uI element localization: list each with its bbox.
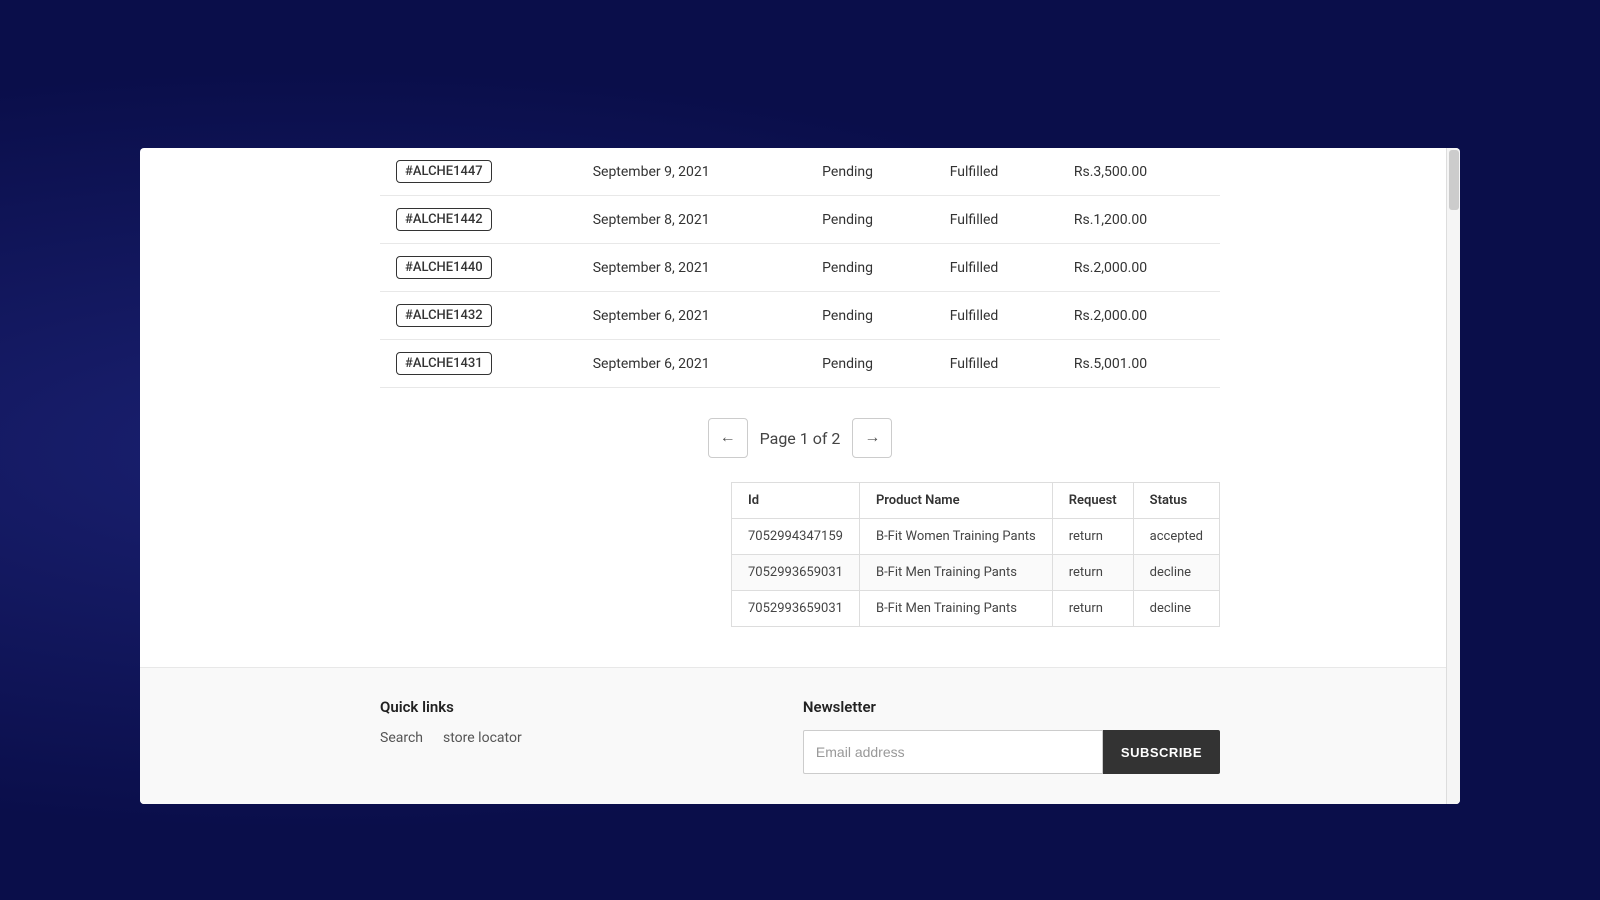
order-id-badge[interactable]: #ALCHE1440 — [396, 256, 492, 279]
order-row: #ALCHE1447 September 9, 2021 Pending Ful… — [380, 148, 1220, 196]
order-payment-status-cell: Pending — [806, 244, 934, 292]
returns-section: IdProduct NameRequestStatus 705299434715… — [140, 482, 1460, 667]
scrollbar-thumb[interactable] — [1449, 150, 1459, 210]
order-payment-status-cell: Pending — [806, 148, 934, 196]
order-fulfillment-status-cell: Fulfilled — [934, 244, 1058, 292]
footer-section: Quick links Search store locator Newslett… — [140, 668, 1460, 804]
order-date-cell: September 6, 2021 — [577, 292, 806, 340]
orders-table: #ALCHE1447 September 9, 2021 Pending Ful… — [380, 148, 1220, 388]
prev-page-button[interactable]: ← — [708, 418, 748, 458]
order-fulfillment-status-cell: Fulfilled — [934, 148, 1058, 196]
order-id-badge[interactable]: #ALCHE1431 — [396, 352, 492, 375]
return-request-cell: return — [1052, 555, 1133, 591]
returns-column-header: Status — [1133, 483, 1219, 519]
returns-column-header: Request — [1052, 483, 1133, 519]
order-row: #ALCHE1442 September 8, 2021 Pending Ful… — [380, 196, 1220, 244]
return-row: 7052994347159 B-Fit Women Training Pants… — [731, 519, 1219, 555]
main-container: #ALCHE1447 September 9, 2021 Pending Ful… — [140, 148, 1460, 804]
order-fulfillment-status-cell: Fulfilled — [934, 292, 1058, 340]
quick-link[interactable]: Search — [380, 730, 423, 746]
pagination-section: ← Page 1 of 2 → — [140, 388, 1460, 482]
order-fulfillment-status-cell: Fulfilled — [934, 340, 1058, 388]
order-total-cell: Rs.3,500.00 — [1058, 148, 1220, 196]
order-date-cell: September 8, 2021 — [577, 196, 806, 244]
order-id-cell: #ALCHE1432 — [380, 292, 577, 340]
next-page-button[interactable]: → — [852, 418, 892, 458]
returns-column-header: Product Name — [859, 483, 1052, 519]
email-input[interactable] — [803, 730, 1103, 774]
order-date-cell: September 6, 2021 — [577, 340, 806, 388]
return-status-cell: accepted — [1133, 519, 1219, 555]
return-product-name-cell: B-Fit Men Training Pants — [859, 591, 1052, 627]
quick-links-section: Quick links Search store locator — [380, 698, 522, 746]
quick-link[interactable]: store locator — [443, 730, 522, 746]
subscribe-button[interactable]: SUBSCRIBE — [1103, 730, 1220, 774]
order-row: #ALCHE1440 September 8, 2021 Pending Ful… — [380, 244, 1220, 292]
order-date-cell: September 8, 2021 — [577, 244, 806, 292]
return-request-cell: return — [1052, 519, 1133, 555]
return-product-name-cell: B-Fit Men Training Pants — [859, 555, 1052, 591]
page-indicator: Page 1 of 2 — [760, 429, 841, 448]
return-id-cell: 7052993659031 — [731, 555, 859, 591]
order-total-cell: Rs.1,200.00 — [1058, 196, 1220, 244]
order-payment-status-cell: Pending — [806, 340, 934, 388]
return-product-name-cell: B-Fit Women Training Pants — [859, 519, 1052, 555]
order-id-cell: #ALCHE1442 — [380, 196, 577, 244]
order-id-cell: #ALCHE1447 — [380, 148, 577, 196]
order-fulfillment-status-cell: Fulfilled — [934, 196, 1058, 244]
order-id-cell: #ALCHE1431 — [380, 340, 577, 388]
order-total-cell: Rs.5,001.00 — [1058, 340, 1220, 388]
newsletter-heading: Newsletter — [803, 698, 1220, 716]
order-payment-status-cell: Pending — [806, 196, 934, 244]
newsletter-section: Newsletter SUBSCRIBE — [803, 698, 1220, 774]
return-request-cell: return — [1052, 591, 1133, 627]
newsletter-form: SUBSCRIBE — [803, 730, 1220, 774]
order-id-badge[interactable]: #ALCHE1442 — [396, 208, 492, 231]
return-row: 7052993659031 B-Fit Men Training Pants r… — [731, 591, 1219, 627]
quick-links-list: Search store locator — [380, 730, 522, 746]
order-row: #ALCHE1431 September 6, 2021 Pending Ful… — [380, 340, 1220, 388]
order-payment-status-cell: Pending — [806, 292, 934, 340]
return-status-cell: decline — [1133, 591, 1219, 627]
quick-links-heading: Quick links — [380, 698, 522, 716]
order-id-badge[interactable]: #ALCHE1432 — [396, 304, 492, 327]
order-id-cell: #ALCHE1440 — [380, 244, 577, 292]
return-status-cell: decline — [1133, 555, 1219, 591]
order-id-badge[interactable]: #ALCHE1447 — [396, 160, 492, 183]
returns-column-header: Id — [731, 483, 859, 519]
scrollbar[interactable] — [1446, 148, 1460, 804]
returns-table: IdProduct NameRequestStatus 705299434715… — [731, 482, 1220, 627]
return-row: 7052993659031 B-Fit Men Training Pants r… — [731, 555, 1219, 591]
order-total-cell: Rs.2,000.00 — [1058, 244, 1220, 292]
order-total-cell: Rs.2,000.00 — [1058, 292, 1220, 340]
order-row: #ALCHE1432 September 6, 2021 Pending Ful… — [380, 292, 1220, 340]
return-id-cell: 7052994347159 — [731, 519, 859, 555]
return-id-cell: 7052993659031 — [731, 591, 859, 627]
order-date-cell: September 9, 2021 — [577, 148, 806, 196]
returns-header-row: IdProduct NameRequestStatus — [731, 483, 1219, 519]
orders-section: #ALCHE1447 September 9, 2021 Pending Ful… — [140, 148, 1460, 388]
